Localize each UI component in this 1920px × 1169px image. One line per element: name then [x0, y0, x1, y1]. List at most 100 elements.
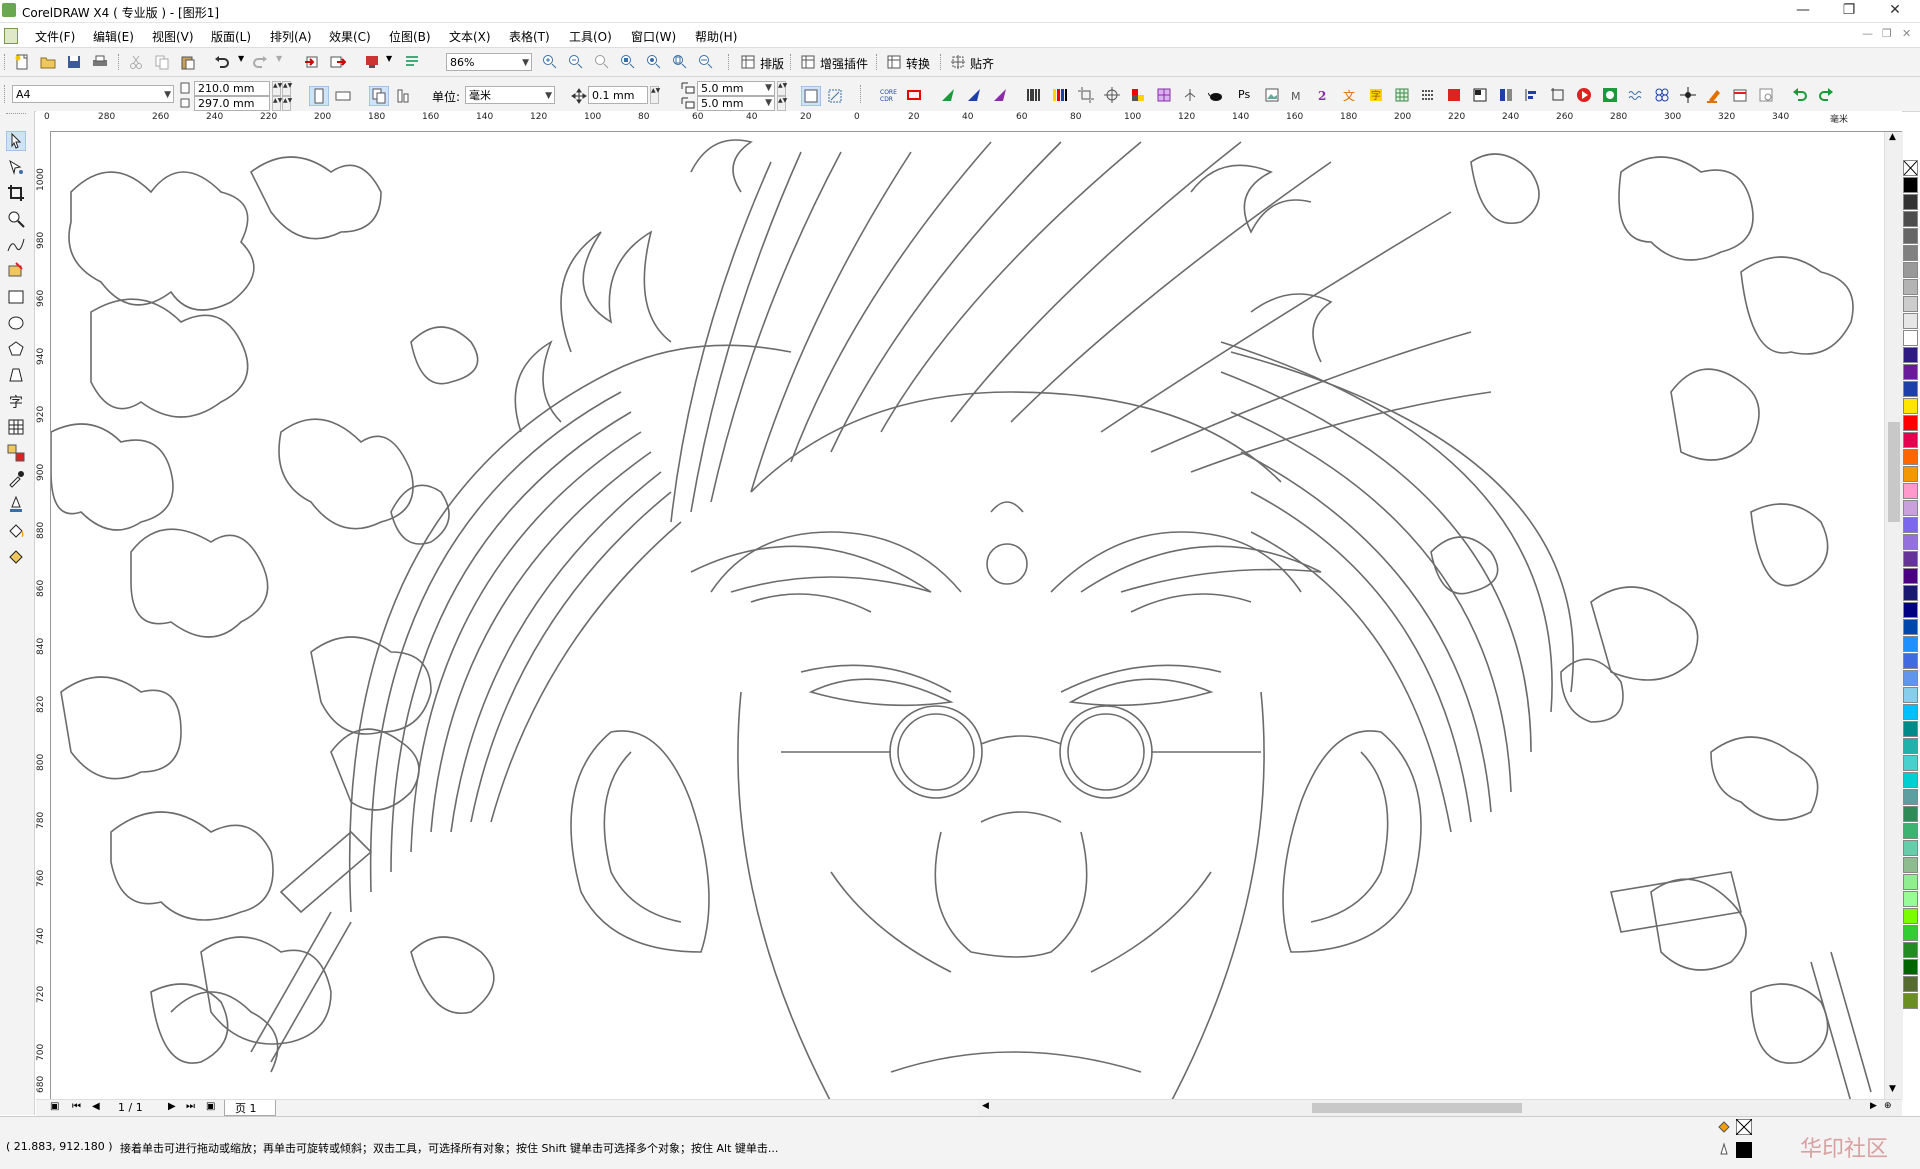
text-convert-icon[interactable]: M	[1290, 87, 1306, 103]
zoom-selected-icon[interactable]	[620, 54, 636, 70]
box-select-icon[interactable]	[1550, 87, 1566, 103]
green-circle-icon[interactable]	[1602, 87, 1618, 103]
color-swatch[interactable]	[1903, 398, 1918, 414]
toolbar-grip[interactable]	[940, 54, 944, 70]
color-swatch[interactable]	[1903, 381, 1918, 397]
convert-plugin-label[interactable]: 转换	[906, 55, 930, 72]
color-swatch[interactable]	[1903, 976, 1918, 992]
menu-help[interactable]: 帮助(H)	[695, 28, 737, 45]
launcher-dropdown-icon[interactable]: ▼	[386, 54, 392, 63]
color-swatch[interactable]	[1903, 483, 1918, 499]
menu-layout[interactable]: 版面(L)	[211, 28, 251, 45]
maximize-button[interactable]: ❐	[1826, 0, 1872, 22]
horizontal-ruler[interactable]: 0 280 260 240 220 200 180 160 140 120 10…	[36, 111, 1902, 132]
highlighter-icon[interactable]	[1706, 87, 1722, 103]
menu-arrange[interactable]: 排列(A)	[270, 28, 312, 45]
color-swatch[interactable]	[1903, 330, 1918, 346]
layout-plugin-icon[interactable]	[740, 54, 756, 70]
draw-object-properties-icon[interactable]	[827, 88, 843, 104]
copy-icon[interactable]	[154, 54, 170, 70]
scroll-up-icon[interactable]: ▲	[1889, 132, 1896, 142]
horizontal-scrollbar[interactable]: ◀ ▶ ⊕	[978, 1099, 1902, 1116]
barcode-icon[interactable]	[1026, 87, 1042, 103]
all-pages-icon[interactable]	[369, 86, 389, 106]
interactive-fill-tool-icon[interactable]	[6, 547, 26, 567]
undo-icon[interactable]	[214, 54, 230, 70]
table-tool-icon[interactable]	[6, 417, 26, 437]
tree-icon[interactable]	[1182, 87, 1198, 103]
duplicate-x-spinner[interactable]: ▲▼	[777, 81, 787, 96]
color-swatch[interactable]	[1903, 908, 1918, 924]
zoom-level-select[interactable]: 86% ▼	[446, 53, 532, 71]
enhance-plugin-icon[interactable]	[800, 54, 816, 70]
outline-tool-icon[interactable]	[6, 495, 26, 515]
color-swatch[interactable]	[1903, 704, 1918, 720]
page-width-input[interactable]: 210.0 mm	[194, 81, 270, 96]
menu-window[interactable]: 窗口(W)	[631, 28, 676, 45]
page-tab[interactable]: 页 1	[224, 1100, 276, 1116]
pick-tool-icon[interactable]	[6, 131, 26, 151]
numbering-icon[interactable]	[1420, 87, 1436, 103]
color-swatch[interactable]	[1903, 449, 1918, 465]
cut-icon[interactable]	[128, 54, 144, 70]
color-swatch[interactable]	[1903, 228, 1918, 244]
teapot-icon[interactable]	[1208, 87, 1224, 103]
wave-icon[interactable]	[1628, 87, 1644, 103]
zoom-out-icon[interactable]	[568, 54, 584, 70]
color-swatch[interactable]	[1903, 415, 1918, 431]
color-swatch[interactable]	[1903, 347, 1918, 363]
toolbox-grip[interactable]	[6, 113, 26, 118]
color-bars-icon[interactable]	[1052, 87, 1068, 103]
zoom-in-icon[interactable]	[542, 54, 558, 70]
shape-tool-icon[interactable]	[6, 157, 26, 177]
page-height-spinner-2[interactable]: ▲▼	[282, 96, 292, 111]
add-page-before-icon[interactable]: ▣	[50, 1101, 59, 1112]
color-swatch[interactable]	[1903, 891, 1918, 907]
scroll-down-icon[interactable]: ▼	[1889, 1084, 1896, 1094]
color-swatch[interactable]	[1903, 755, 1918, 771]
color-swatch[interactable]	[1903, 551, 1918, 567]
color-swatch[interactable]	[1903, 636, 1918, 652]
blue-pattern-icon[interactable]	[1654, 87, 1670, 103]
photoshop-label[interactable]: Ps	[1238, 88, 1250, 101]
toolbar-grip[interactable]	[860, 85, 864, 103]
page-size-select[interactable]: A4 ▼	[12, 85, 174, 103]
zoom-page-width-icon[interactable]	[698, 54, 714, 70]
color-swatch[interactable]	[1903, 619, 1918, 635]
redo-green-icon[interactable]	[1818, 87, 1834, 103]
purple-grid-icon[interactable]	[1156, 87, 1172, 103]
red-square-icon[interactable]	[1446, 87, 1462, 103]
redo-dropdown-icon[interactable]: ▼	[276, 54, 282, 63]
nudge-distance-input[interactable]: 0.1 mm	[588, 86, 648, 104]
color-swatch[interactable]	[1903, 177, 1918, 193]
line-art-illustration[interactable]	[51, 132, 1884, 1099]
eyedropper-tool-icon[interactable]	[6, 469, 26, 489]
color-swatch[interactable]	[1903, 517, 1918, 533]
blue-pen-icon[interactable]	[966, 87, 982, 103]
play-red-icon[interactable]	[1576, 87, 1592, 103]
snap-plugin-label[interactable]: 贴齐	[970, 55, 994, 72]
calendar-icon[interactable]	[1732, 87, 1748, 103]
polygon-tool-icon[interactable]	[6, 339, 26, 359]
page-height-input[interactable]: 297.0 mm	[194, 96, 270, 111]
color-swatch[interactable]	[1903, 194, 1918, 210]
drawing-canvas[interactable]	[51, 132, 1902, 1099]
nudge-spinner[interactable]: ▲▼	[650, 86, 660, 104]
toolbar-grip[interactable]	[4, 85, 8, 103]
color-swatch[interactable]	[1903, 432, 1918, 448]
crosshair-icon[interactable]	[1680, 87, 1696, 103]
snap-plugin-icon[interactable]	[950, 54, 966, 70]
color-swatch[interactable]	[1903, 364, 1918, 380]
text-tool-icon[interactable]: 字	[6, 391, 26, 411]
toolbar-grip[interactable]	[790, 54, 794, 70]
vertical-ruler[interactable]: 1000 980 960 940 920 900 880 860 840 820…	[36, 131, 51, 1099]
color-swatch[interactable]	[1903, 245, 1918, 261]
menu-table[interactable]: 表格(T)	[509, 28, 550, 45]
convert-plugin-icon[interactable]	[886, 54, 902, 70]
toolbar-grip[interactable]	[876, 54, 880, 70]
mdi-minimize-button[interactable]: —	[1862, 27, 1873, 40]
crop-marks-icon[interactable]	[1078, 87, 1094, 103]
color-swatch[interactable]	[1903, 959, 1918, 975]
layout-plugin-label[interactable]: 排版	[760, 55, 784, 72]
color-swatch[interactable]	[1903, 653, 1918, 669]
